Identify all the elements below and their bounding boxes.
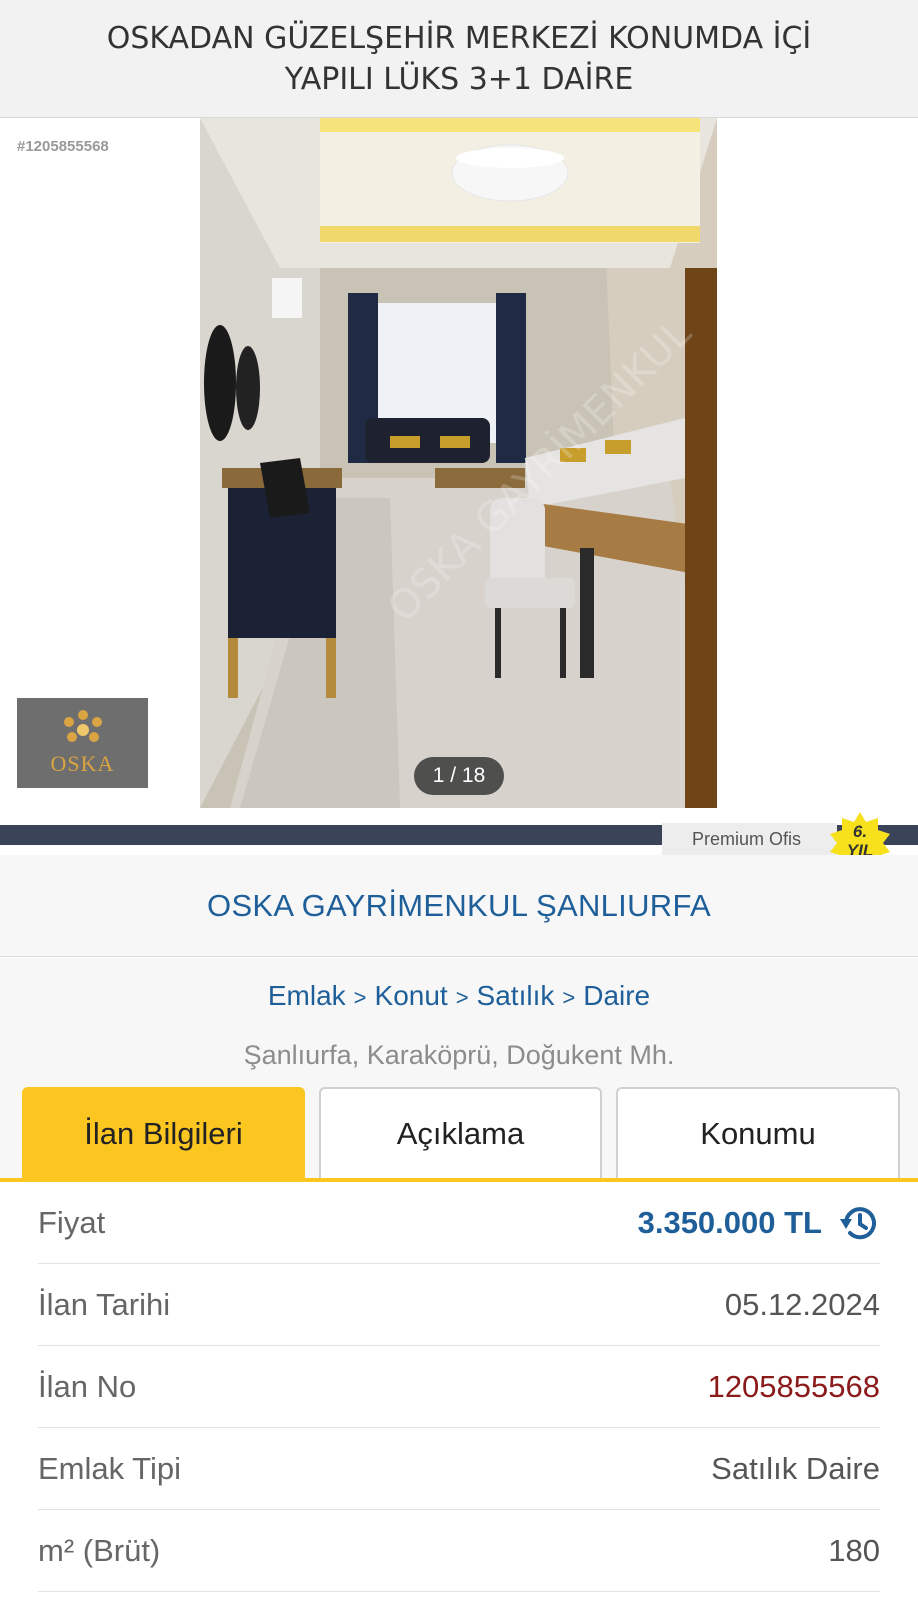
breadcrumb: Emlak > Konut > Satılık > Daire: [0, 980, 918, 1012]
detail-row-listing-no: İlan No 1205855568: [38, 1346, 880, 1428]
detail-row-price: Fiyat 3.350.000 TL: [38, 1182, 880, 1264]
office-name-link[interactable]: OSKA GAYRİMENKUL ŞANLIURFA: [0, 855, 918, 957]
years-count: 6.: [852, 822, 868, 841]
listing-title: OSKADAN GÜZELŞEHİR MERKEZİ KONUMDA İÇİ Y…: [106, 20, 812, 97]
photo-gallery[interactable]: #1205855568 OSKA GAYRİMENKUL 1 / 18 OSKA: [0, 118, 918, 808]
oska-logo-icon: [63, 710, 102, 742]
breadcrumb-item[interactable]: Daire: [583, 980, 650, 1011]
detail-row-area: m² (Brüt) 180: [38, 1510, 880, 1592]
oska-logo[interactable]: OSKA: [17, 698, 148, 788]
history-icon[interactable]: [836, 1201, 880, 1245]
detail-key: Fiyat: [38, 1204, 106, 1240]
price-text: 3.350.000 TL: [637, 1204, 822, 1240]
premium-office-badge: Premium Ofis: [662, 823, 837, 856]
listing-id-label: #1205855568: [17, 138, 109, 155]
category-area: Emlak > Konut > Satılık > Daire Şanlıurfa, Kar…: [0, 958, 918, 1086]
living-room-photo: OSKA GAYRİMENKUL: [200, 118, 717, 808]
tab-location[interactable]: Konumu: [616, 1087, 900, 1179]
detail-row-date: İlan Tarihi 05.12.2024: [38, 1264, 880, 1346]
breadcrumb-item[interactable]: Konut: [375, 980, 448, 1011]
tab-label: Konumu: [700, 1116, 816, 1151]
detail-value: 1205855568: [707, 1368, 880, 1404]
detail-row-property-type: Emlak Tipi Satılık Daire: [38, 1428, 880, 1510]
breadcrumb-item[interactable]: Satılık: [477, 980, 555, 1011]
photo-counter: 1 / 18: [414, 757, 504, 795]
tab-description[interactable]: Açıklama: [319, 1087, 602, 1179]
location-text: Şanlıurfa, Karaköprü, Doğukent Mh.: [243, 1040, 675, 1070]
chevron-right-icon: >: [562, 985, 576, 1010]
price-value[interactable]: 3.350.000 TL: [638, 1201, 880, 1245]
listing-photo[interactable]: OSKA GAYRİMENKUL 1 / 18: [200, 118, 717, 808]
tab-label: Açıklama: [396, 1116, 525, 1151]
breadcrumb-item[interactable]: Emlak: [268, 980, 346, 1011]
premium-office-label: Premium Ofis: [692, 829, 802, 849]
detail-key: Emlak Tipi: [38, 1450, 181, 1486]
chevron-right-icon: >: [353, 985, 367, 1010]
chevron-right-icon: >: [455, 985, 469, 1010]
detail-value: 180: [828, 1532, 880, 1568]
logo-text: OSKA: [50, 751, 115, 776]
detail-value: 05.12.2024: [724, 1286, 880, 1322]
detail-value: Satılık Daire: [711, 1450, 880, 1486]
listing-details-table: Fiyat 3.350.000 TL İlan Tarihi 05.12.202…: [38, 1182, 880, 1592]
tab-listing-info[interactable]: İlan Bilgileri: [22, 1087, 305, 1179]
detail-key: İlan Tarihi: [38, 1286, 171, 1322]
detail-key: m² (Brüt): [38, 1532, 161, 1568]
detail-key: İlan No: [38, 1368, 137, 1404]
listing-header: OSKADAN GÜZELŞEHİR MERKEZİ KONUMDA İÇİ Y…: [0, 0, 918, 118]
tab-label: İlan Bilgileri: [84, 1116, 243, 1151]
